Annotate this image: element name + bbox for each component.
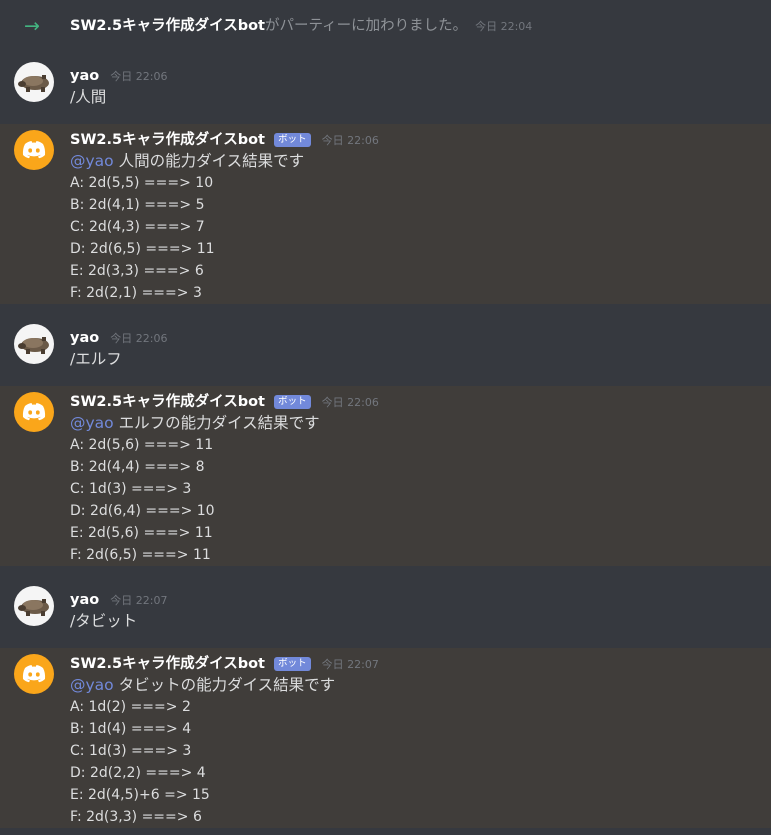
bot-avatar[interactable]	[14, 654, 54, 694]
user-mention[interactable]: @yao	[70, 152, 114, 170]
system-message-username[interactable]: SW2.5キャラ作成ダイスbot	[70, 18, 265, 34]
result-title-text: エルフの能力ダイス結果です	[118, 414, 320, 432]
message-timestamp: 今日 22:06	[110, 332, 168, 345]
dice-result-line: F: 2d(6,5) ===> 11	[70, 547, 211, 563]
dice-result-line: B: 2d(4,4) ===> 8	[70, 459, 205, 475]
user-author-name[interactable]: yao	[70, 68, 99, 84]
bot-tag-badge: ボット	[274, 395, 311, 409]
bot-result-title: @yao 人間の能力ダイス結果です	[70, 150, 761, 172]
turtle-avatar-icon	[18, 599, 49, 616]
message-timestamp: 今日 22:06	[110, 70, 168, 83]
dice-result-line: E: 2d(3,3) ===> 6	[70, 263, 204, 279]
bot-message: SW2.5キャラ作成ダイスbot ボット 今日 22:06 @yao 人間の能力…	[0, 124, 771, 304]
user-avatar[interactable]	[14, 324, 54, 364]
user-mention[interactable]: @yao	[70, 676, 114, 694]
bot-avatar[interactable]	[14, 392, 54, 432]
message-timestamp: 今日 22:06	[321, 134, 379, 147]
user-command-text: /人間	[70, 88, 107, 106]
user-avatar[interactable]	[14, 586, 54, 626]
discord-logo-icon	[22, 665, 46, 683]
message-group-gap	[0, 304, 771, 314]
system-message-text: SW2.5キャラ作成ダイスbotがパーティーに加わりました。 今日 22:04	[70, 16, 532, 37]
discord-logo-icon	[22, 403, 46, 421]
bot-result-title: @yao エルフの能力ダイス結果です	[70, 412, 761, 434]
bot-message: SW2.5キャラ作成ダイスbot ボット 今日 22:07 @yao タビットの…	[0, 648, 771, 828]
bot-author-name[interactable]: SW2.5キャラ作成ダイスbot	[70, 656, 265, 672]
bot-tag-badge: ボット	[274, 133, 311, 147]
message-timestamp: 今日 22:07	[321, 658, 379, 671]
dice-result-line: C: 2d(4,3) ===> 7	[70, 219, 205, 235]
user-command-text: /タビット	[70, 612, 138, 630]
system-message-body: がパーティーに加わりました。	[264, 18, 468, 34]
user-message: yao 今日 22:06 /人間	[0, 52, 771, 124]
dice-result-line: C: 1d(3) ===> 3	[70, 481, 192, 497]
bot-tag-badge: ボット	[274, 657, 311, 671]
dice-result-line: D: 2d(6,4) ===> 10	[70, 503, 215, 519]
chat-message-list: → SW2.5キャラ作成ダイスbotがパーティーに加わりました。 今日 22:04…	[0, 0, 771, 835]
dice-result-line: A: 2d(5,6) ===> 11	[70, 437, 214, 453]
bot-avatar[interactable]	[14, 130, 54, 170]
turtle-avatar-icon	[18, 337, 49, 354]
user-author-name[interactable]: yao	[70, 592, 99, 608]
dice-result-line: F: 2d(2,1) ===> 3	[70, 285, 202, 301]
system-join-message: → SW2.5キャラ作成ダイスbotがパーティーに加わりました。 今日 22:04	[0, 0, 771, 52]
bot-author-name[interactable]: SW2.5キャラ作成ダイスbot	[70, 394, 265, 410]
bot-message: SW2.5キャラ作成ダイスbot ボット 今日 22:06 @yao エルフの能…	[0, 386, 771, 566]
dice-result-line: F: 2d(3,3) ===> 6	[70, 809, 202, 825]
user-message: yao 今日 22:07 /タビット	[0, 576, 771, 648]
dice-result-line: E: 2d(4,5)+6 => 15	[70, 787, 210, 803]
message-timestamp: 今日 22:06	[321, 396, 379, 409]
join-arrow-icon: →	[24, 15, 40, 37]
dice-result-line: E: 2d(5,6) ===> 11	[70, 525, 213, 541]
dice-result-line: D: 2d(6,5) ===> 11	[70, 241, 215, 257]
dice-result-line: A: 1d(2) ===> 2	[70, 699, 191, 715]
turtle-avatar-icon	[18, 75, 49, 92]
user-command-text: /エルフ	[70, 350, 122, 368]
message-timestamp: 今日 22:07	[110, 594, 168, 607]
user-mention[interactable]: @yao	[70, 414, 114, 432]
result-title-text: 人間の能力ダイス結果です	[118, 152, 305, 170]
user-avatar[interactable]	[14, 62, 54, 102]
user-message: yao 今日 22:06 /エルフ	[0, 314, 771, 386]
bot-result-title: @yao タビットの能力ダイス結果です	[70, 674, 761, 696]
discord-logo-icon	[22, 141, 46, 159]
dice-result-line: B: 1d(4) ===> 4	[70, 721, 192, 737]
dice-result-line: A: 2d(5,5) ===> 10	[70, 175, 214, 191]
message-group-gap	[0, 566, 771, 576]
user-author-name[interactable]: yao	[70, 330, 99, 346]
dice-result-line: B: 2d(4,1) ===> 5	[70, 197, 205, 213]
system-message-timestamp: 今日 22:04	[475, 20, 533, 33]
dice-result-line: C: 1d(3) ===> 3	[70, 743, 192, 759]
bot-author-name[interactable]: SW2.5キャラ作成ダイスbot	[70, 132, 265, 148]
dice-result-line: D: 2d(2,2) ===> 4	[70, 765, 206, 781]
result-title-text: タビットの能力ダイス結果です	[118, 676, 336, 694]
